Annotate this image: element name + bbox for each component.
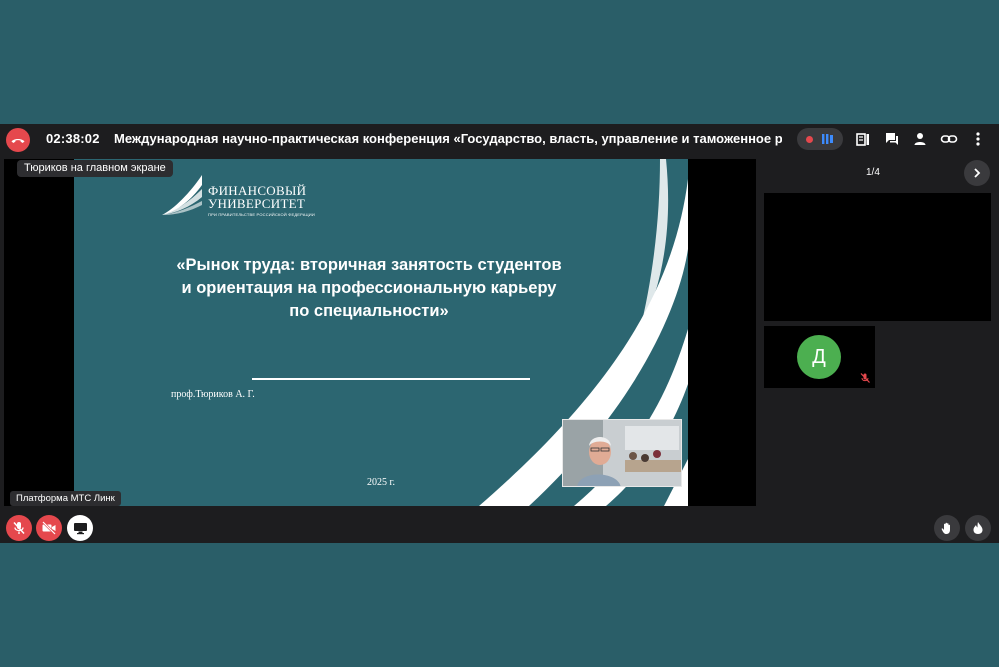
slide-author: проф.Тюриков А. Г. <box>171 389 255 400</box>
participant-avatar: Д <box>797 335 841 379</box>
main-stage: ФИНАНСОВЫЙ УНИВЕРСИТЕТ ПРИ ПРАВИТЕЛЬСТВЕ… <box>4 159 756 506</box>
mic-muted-icon <box>860 373 870 383</box>
recording-indicator[interactable] <box>797 128 843 150</box>
top-bar: 02:38:02 Международная научно-практическ… <box>0 124 999 154</box>
university-logo: ФИНАНСОВЫЙ УНИВЕРСИТЕТ ПРИ ПРАВИТЕЛЬСТВЕ… <box>160 173 315 217</box>
raise-hand-button[interactable] <box>934 515 960 541</box>
conference-title: Международная научно-практическая конфер… <box>114 131 782 146</box>
slide-title: «Рынок труда: вторичная занятость студен… <box>176 256 562 320</box>
mic-off-icon <box>13 521 25 535</box>
slide-divider <box>252 378 530 380</box>
notes-icon <box>856 133 869 146</box>
person-icon <box>914 133 926 145</box>
link-icon <box>940 135 958 143</box>
screen-share-icon <box>73 523 87 535</box>
participant-video-tile[interactable] <box>764 193 991 321</box>
video-conference-window: 02:38:02 Международная научно-практическ… <box>0 124 999 543</box>
main-screen-label: Тюриков на главном экране <box>17 160 173 177</box>
platform-label: Платформа МТС Линк <box>10 491 121 506</box>
slide-year: 2025 г. <box>367 477 395 488</box>
participants-button[interactable] <box>910 129 930 149</box>
phone-hangup-icon <box>11 139 25 143</box>
chat-button[interactable] <box>882 129 902 149</box>
leave-call-button[interactable] <box>6 128 30 152</box>
chevron-right-icon <box>974 168 981 178</box>
notes-button[interactable] <box>853 129 873 149</box>
logo-line2: УНИВЕРСИТЕТ <box>208 196 306 211</box>
microphone-toggle-button[interactable] <box>6 515 32 541</box>
participants-page-indicator: 1/4 <box>866 167 880 178</box>
more-vertical-icon <box>976 132 980 146</box>
speaker-video-thumbnail[interactable] <box>562 419 682 487</box>
fire-icon <box>973 522 983 534</box>
chat-icon <box>886 133 898 145</box>
invite-link-button[interactable] <box>939 129 959 149</box>
next-page-button[interactable] <box>964 160 990 186</box>
raise-hand-icon <box>941 522 950 534</box>
more-options-button[interactable] <box>968 129 988 149</box>
logo-emblem-icon <box>162 175 202 215</box>
pause-icon <box>822 134 833 144</box>
reactions-button[interactable] <box>965 515 991 541</box>
call-timer: 02:38:02 <box>46 131 100 146</box>
screen-share-button[interactable] <box>67 515 93 541</box>
camera-off-icon <box>42 521 56 535</box>
logo-subtitle: ПРИ ПРАВИТЕЛЬСТВЕ РОССИЙСКОЙ ФЕДЕРАЦИИ <box>208 212 315 217</box>
record-icon <box>806 135 813 143</box>
camera-toggle-button[interactable] <box>36 515 62 541</box>
speaker-video-frame <box>563 420 681 486</box>
participant-avatar-tile[interactable]: Д <box>764 326 875 388</box>
